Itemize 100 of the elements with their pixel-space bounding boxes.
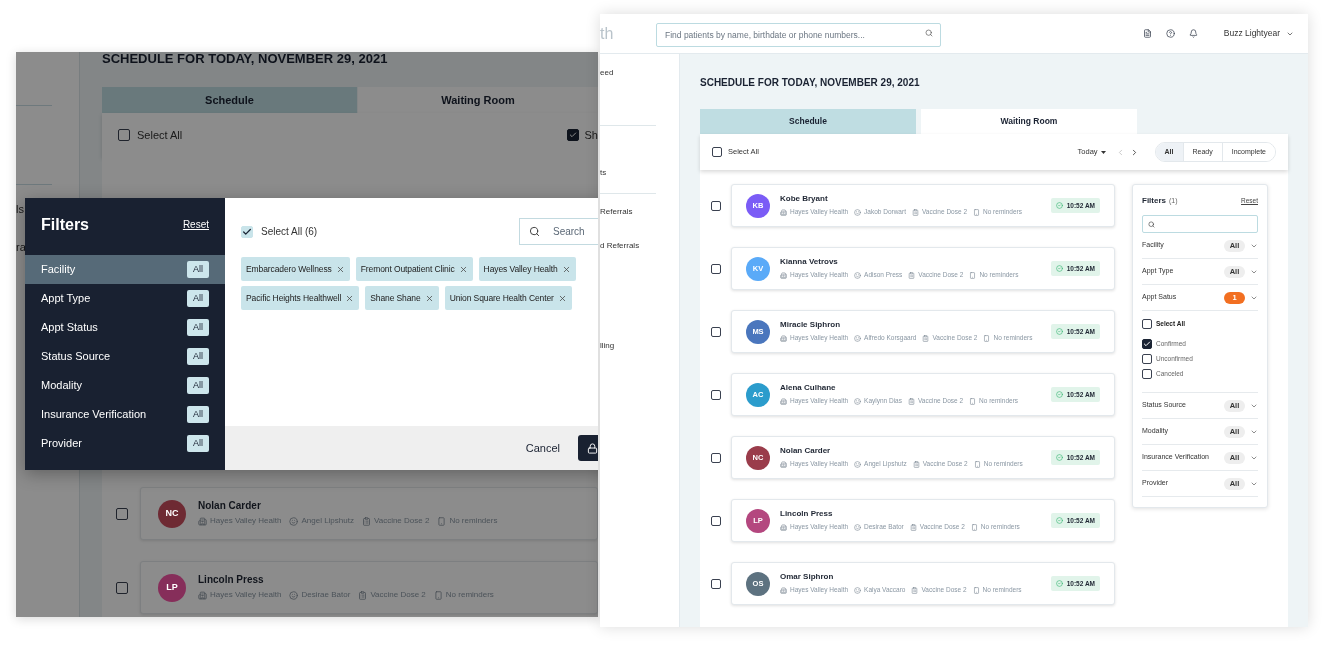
facility-chip[interactable]: Pacific Heights Healthwell: [241, 286, 360, 310]
facility-chip[interactable]: Shane Shane: [365, 286, 439, 310]
smiley-icon: [854, 523, 862, 531]
patient-name: Nolan Carder: [780, 446, 832, 457]
checkbox[interactable]: [1142, 369, 1152, 379]
patient-name: Lincoln Press: [780, 509, 834, 520]
sidebar-item[interactable]: d Referrals: [600, 241, 679, 251]
patient-name: Alena Culhane: [780, 383, 837, 394]
all-badge: All: [187, 319, 209, 336]
page-title: SCHEDULE FOR TODAY, NOVEMBER 29, 2021: [700, 77, 921, 89]
check-icon: [242, 226, 252, 237]
remove-icon[interactable]: [561, 264, 571, 274]
remove-icon[interactable]: [424, 293, 434, 303]
patient-name: Nolan Carder: [198, 499, 262, 513]
checkbox[interactable]: [1142, 354, 1152, 364]
category-label: Status Source: [41, 349, 111, 365]
user-menu[interactable]: Buzz Lightyear: [1223, 27, 1294, 40]
building-icon: [780, 271, 787, 279]
building-icon: [198, 590, 207, 600]
checkbox[interactable]: [711, 326, 721, 337]
checkbox[interactable]: [116, 581, 128, 594]
page-title: SCHEDULE FOR TODAY, NOVEMBER 29, 2021: [102, 52, 389, 66]
facility-chip[interactable]: Embarcadero Wellness: [241, 257, 350, 281]
category-label: Modality: [41, 378, 82, 394]
check-circle-icon: [1055, 202, 1063, 209]
lock-icon: [587, 442, 598, 454]
search-field[interactable]: Search: [519, 218, 598, 245]
tab[interactable]: Schedule: [102, 87, 357, 113]
sidebar-item[interactable]: ts: [600, 168, 679, 178]
filter-category[interactable]: Appt Status All: [25, 313, 225, 342]
facility-chip[interactable]: Fremont Outpatient Clinic: [355, 257, 473, 281]
building-icon: [780, 586, 787, 594]
checkbox[interactable]: [116, 507, 128, 520]
tab[interactable]: Schedule: [700, 109, 916, 134]
patient-name: Kobe Bryant: [780, 194, 829, 205]
sidebar-item[interactable]: eed: [600, 68, 679, 78]
check-circle-icon: [1055, 580, 1063, 587]
filter-category[interactable]: Appt Type All: [25, 284, 225, 313]
remove-icon[interactable]: [335, 264, 345, 274]
remove-icon[interactable]: [557, 293, 567, 303]
check-circle-icon: [1055, 517, 1063, 524]
help-icon[interactable]: [1165, 29, 1175, 38]
smiley-icon: [854, 334, 862, 342]
check-circle-icon: [1055, 328, 1063, 335]
checkbox[interactable]: [712, 147, 722, 157]
checkbox[interactable]: [711, 263, 721, 274]
checkbox[interactable]: [711, 389, 721, 400]
clipboard-icon: [908, 397, 915, 405]
checkbox[interactable]: [1142, 339, 1152, 349]
facility-chip[interactable]: Hayes Valley Health: [478, 257, 576, 281]
remove-icon[interactable]: [345, 293, 355, 303]
patient-name: Miracle Siphron: [780, 320, 841, 331]
check-circle-icon: [1055, 391, 1063, 398]
patient-name: Lincoln Press: [198, 573, 265, 587]
document-icon[interactable]: [1142, 29, 1152, 38]
checkbox[interactable]: [711, 515, 721, 526]
clipboard-icon: [361, 516, 371, 526]
avatar: LP: [158, 573, 186, 602]
checkbox[interactable]: [566, 129, 579, 141]
facility-chip[interactable]: Union Square Health Center: [444, 286, 572, 310]
logo: th: [600, 25, 615, 42]
reset-link[interactable]: Reset: [182, 217, 209, 232]
dialog-title: Filters: [41, 214, 89, 235]
clipboard-icon: [922, 334, 930, 342]
checkbox[interactable]: [118, 129, 130, 141]
clipboard-icon: [909, 523, 917, 531]
checkbox[interactable]: [711, 200, 721, 211]
select-all-label: Select All: [137, 127, 183, 143]
search-field[interactable]: Find patients by name, birthdate or phone numbers...: [656, 22, 941, 47]
smiley-icon: [854, 208, 862, 216]
cancel-button[interactable]: Cancel: [525, 439, 560, 457]
category-label: Provider: [41, 436, 82, 452]
phone-icon: [973, 460, 981, 468]
filter-category[interactable]: Insurance Verification All: [25, 400, 225, 429]
filter-category[interactable]: Status Source All: [25, 342, 225, 371]
phone-icon: [433, 590, 443, 600]
filter-category[interactable]: Modality All: [25, 371, 225, 400]
filter-category[interactable]: Provider All: [25, 429, 225, 458]
phone-icon: [970, 523, 978, 531]
select-all-label: Select All (6): [261, 225, 318, 239]
checkbox[interactable]: [1142, 319, 1152, 329]
sidebar-item[interactable]: lling: [600, 341, 679, 351]
bell-icon[interactable]: [1188, 29, 1198, 38]
remove-icon[interactable]: [458, 264, 468, 274]
all-badge: All: [187, 406, 209, 423]
all-badge: All: [187, 348, 209, 365]
filters-title: Filters: [1142, 195, 1166, 207]
search-field[interactable]: [1142, 215, 1258, 233]
check-icon: [568, 131, 577, 139]
checkbox[interactable]: [711, 452, 721, 463]
checkbox[interactable]: [711, 578, 721, 589]
check-circle-icon: [1055, 265, 1063, 272]
filter-category[interactable]: Facility All: [25, 255, 225, 284]
sidebar-item[interactable]: Referrals: [600, 207, 679, 217]
check-circle-icon: [1055, 454, 1063, 461]
tab[interactable]: Waiting Room: [921, 109, 1137, 134]
building-icon: [198, 516, 207, 526]
tab[interactable]: Waiting Room: [358, 87, 598, 113]
smiley-icon: [289, 516, 299, 526]
clipboard-icon: [912, 460, 920, 468]
